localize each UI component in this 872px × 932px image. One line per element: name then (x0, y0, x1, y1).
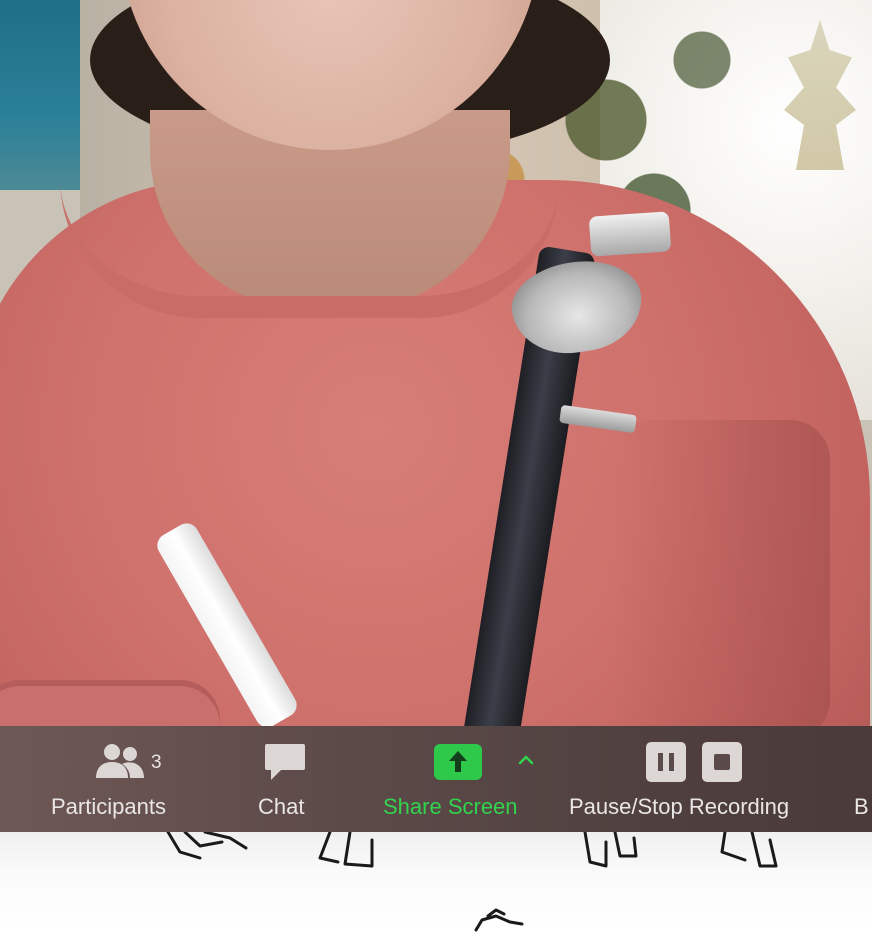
meeting-controls-toolbar: 3 Participants Chat Share Screen Pause/S… (0, 726, 872, 832)
chat-bubble-icon (265, 744, 305, 780)
pause-recording-button[interactable] (646, 742, 686, 782)
participants-label: Participants (51, 794, 166, 819)
shared-content-strip (0, 832, 872, 932)
share-screen-arrow-icon (434, 744, 482, 780)
participant-video (0, 0, 872, 726)
participants-icon (96, 744, 144, 778)
recording-controls: Pause/Stop Recording (566, 726, 826, 832)
pause-icon (658, 753, 674, 771)
participant-count: 3 (151, 752, 162, 773)
stop-icon (714, 754, 730, 770)
zoom-meeting-window: 3 Participants Chat Share Screen Pause/S… (0, 0, 872, 932)
chevron-up-icon[interactable] (517, 752, 535, 766)
truncated-toolbar-label: B (854, 794, 869, 819)
truncated-toolbar-item[interactable]: B (852, 726, 872, 832)
chat-button[interactable]: Chat (240, 726, 330, 832)
share-screen-label: Share Screen (383, 794, 518, 819)
share-screen-button[interactable]: Share Screen (370, 726, 550, 832)
stop-recording-button[interactable] (702, 742, 742, 782)
chat-label: Chat (258, 794, 305, 819)
recording-label: Pause/Stop Recording (569, 794, 790, 819)
doodle-illustrations (166, 832, 778, 932)
participants-button[interactable]: 3 Participants (40, 726, 200, 832)
